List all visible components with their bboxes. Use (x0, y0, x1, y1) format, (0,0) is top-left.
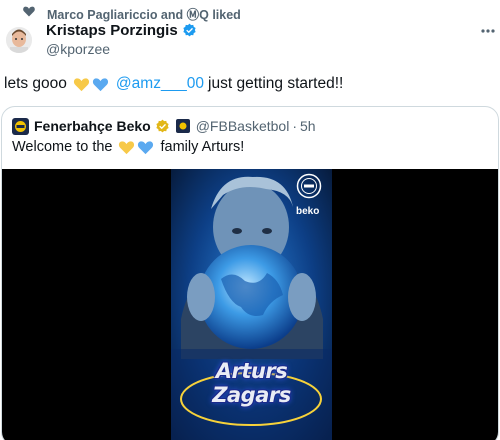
gold-badge-icon (156, 119, 169, 132)
quoted-author-handle[interactable]: @FBBasketbol (196, 118, 290, 134)
mention-link[interactable]: @amz___00 (116, 75, 204, 93)
poster-image: beko Arturs Zagars (171, 169, 332, 440)
quoted-timestamp[interactable]: 5h (300, 118, 316, 134)
blue-heart-emoji (92, 78, 108, 92)
tweet-text-before: lets gooo (4, 75, 67, 92)
social-context: Marco Pagliariccio and ⓂQ liked (0, 0, 500, 22)
sponsor-logo: beko (296, 206, 320, 217)
verified-icon (183, 23, 196, 37)
quoted-tweet-card[interactable]: Fenerbahçe Beko @FBBasketbol · 5h Welcom… (1, 106, 499, 440)
blue-heart-emoji (138, 141, 154, 155)
yellow-heart-emoji (73, 78, 89, 92)
tweet-text: lets gooo @amz___00 just getting started… (4, 75, 343, 93)
quoted-text-before: Welcome to the (12, 139, 113, 155)
quoted-tweet-text: Welcome to the family Arturs! (12, 139, 244, 155)
author-name[interactable]: Kristaps Porzingis (46, 22, 197, 39)
poster-last-name: Zagars (212, 383, 291, 407)
poster-first-name: Arturs (215, 359, 288, 383)
club-crest-icon (296, 173, 322, 199)
social-context-text[interactable]: Marco Pagliariccio and ⓂQ liked (47, 4, 241, 23)
flag-badge-icon (175, 119, 190, 133)
quoted-author-name[interactable]: Fenerbahçe Beko (34, 118, 151, 134)
heart-icon (23, 6, 35, 17)
more-icon[interactable] (480, 23, 496, 39)
author-name-text[interactable]: Kristaps Porzingis (46, 22, 178, 39)
quoted-tweet-header: Fenerbahçe Beko @FBBasketbol · 5h (12, 117, 316, 135)
quoted-text-after: family Arturs! (160, 139, 245, 155)
yellow-heart-emoji (119, 141, 135, 155)
quoted-separator: · (292, 118, 297, 134)
tweet-text-after: just getting started!! (208, 75, 344, 92)
media-video[interactable]: beko Arturs Zagars (2, 169, 498, 440)
avatar[interactable] (6, 27, 32, 53)
author-handle[interactable]: @kporzee (46, 41, 110, 57)
quoted-avatar[interactable] (12, 117, 29, 135)
